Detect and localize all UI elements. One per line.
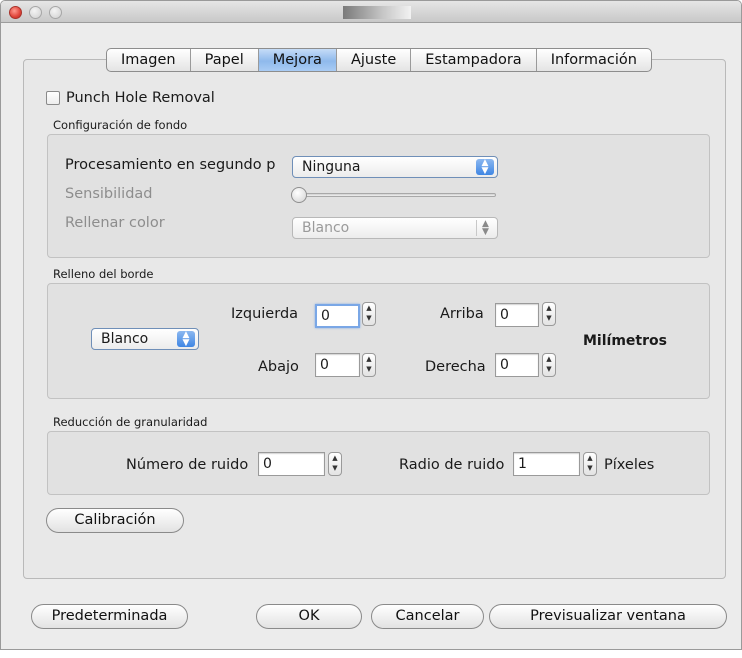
noise-radius-field[interactable]: 1 [513,452,580,476]
top-margin-field[interactable]: 0 [495,303,539,327]
title-bar [1,1,741,23]
noise-radius-label: Radio de ruido [399,457,505,473]
preview-window-button[interactable]: Previsualizar ventana [489,604,727,629]
tab-estampadora[interactable]: Estampadora [411,49,537,71]
processing-popup[interactable]: Ninguna ▲ ▼ [292,156,498,178]
border-color-value: Blanco [101,331,149,347]
right-margin-field[interactable]: 0 [495,353,539,377]
bottom-margin-label: Abajo [258,359,299,375]
tab-ajuste[interactable]: Ajuste [337,49,412,71]
sensitivity-slider-track[interactable] [294,193,496,197]
cancel-button[interactable]: Cancelar [371,604,484,629]
right-margin-label: Derecha [425,359,486,375]
border-color-popup[interactable]: Blanco ▲ ▼ [91,328,199,350]
tab-imagen[interactable]: Imagen [107,49,191,71]
left-margin-label: Izquierda [231,306,299,322]
left-margin-field[interactable]: 0 [315,304,360,328]
processing-label: Procesamiento en segundo p [65,157,276,173]
grain-unit-label: Píxeles [604,457,655,473]
popup-arrows-icon: ▲ ▼ [177,331,195,348]
fill-color-label: Rellenar color [65,215,165,231]
punch-hole-row: Punch Hole Removal [46,90,215,106]
grain-group-title: Reducción de granularidad [53,415,208,429]
fill-color-popup[interactable]: Blanco ▲ ▼ [292,217,498,239]
fill-color-value: Blanco [302,220,350,236]
punch-hole-label[interactable]: Punch Hole Removal [66,90,215,106]
sensitivity-slider-knob[interactable] [291,187,307,203]
punch-hole-checkbox[interactable] [46,91,60,105]
zoom-window-icon[interactable] [49,6,62,19]
border-group-title: Relleno del borde [53,267,154,281]
calibration-button[interactable]: Calibración [46,508,184,533]
close-window-icon[interactable] [9,6,22,19]
bottom-margin-stepper[interactable]: ▲ ▼ [362,353,376,377]
noise-number-label: Número de ruido [126,457,249,473]
top-margin-stepper[interactable]: ▲ ▼ [542,302,556,326]
minimize-window-icon[interactable] [29,6,42,19]
processing-value: Ninguna [302,159,361,175]
bottom-margin-field[interactable]: 0 [315,353,360,377]
border-unit-label: Milímetros [583,333,667,349]
left-margin-stepper[interactable]: ▲ ▼ [362,302,376,326]
sensitivity-label: Sensibilidad [65,186,153,202]
ok-button[interactable]: OK [256,604,362,629]
background-group-title: Configuración de fondo [53,118,188,132]
settings-window: Imagen Papel Mejora Ajuste Estampadora I… [0,0,742,650]
popup-arrows-icon: ▲ ▼ [476,220,494,237]
tab-informacion[interactable]: Información [537,49,651,71]
noise-radius-stepper[interactable]: ▲ ▼ [583,452,597,476]
default-button[interactable]: Predeterminada [31,604,188,629]
popup-arrows-icon: ▲ ▼ [476,159,494,176]
tab-mejora[interactable]: Mejora [258,49,337,71]
tab-papel[interactable]: Papel [191,49,259,71]
tab-bar: Imagen Papel Mejora Ajuste Estampadora I… [106,48,652,72]
right-margin-stepper[interactable]: ▲ ▼ [542,353,556,377]
top-margin-label: Arriba [440,306,484,322]
window-title-graphic [343,6,411,19]
noise-number-field[interactable]: 0 [258,452,325,476]
noise-number-stepper[interactable]: ▲ ▼ [328,452,342,476]
